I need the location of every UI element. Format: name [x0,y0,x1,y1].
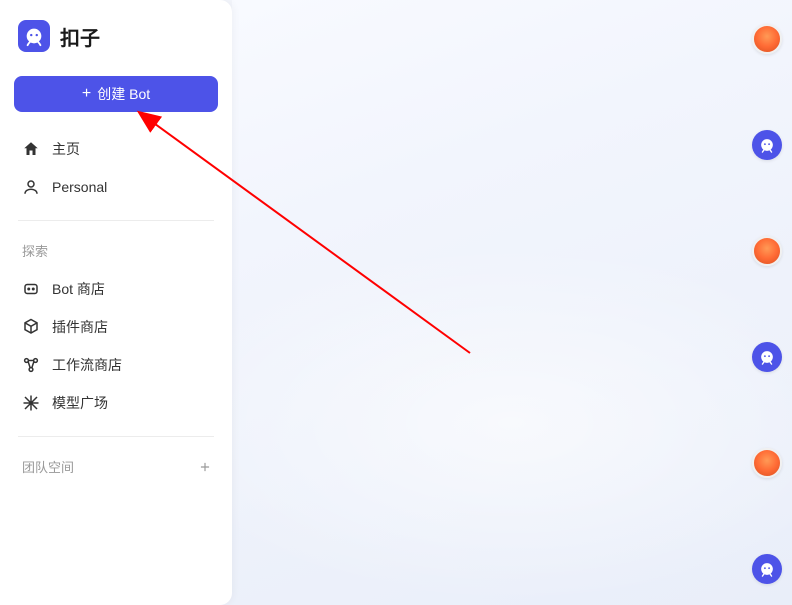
nav-plugin-store-label: 插件商店 [52,317,108,337]
team-space-header: 团队空间 [14,451,218,482]
team-space-title: 团队空间 [22,457,74,476]
avatar-user-3[interactable] [752,448,782,478]
home-icon [22,140,40,158]
nav-workflow-store-label: 工作流商店 [52,355,122,375]
sidebar: 扣子 + 创建 Bot 主页 Personal 探索 Bot 商店 [0,0,232,605]
avatar-bot-1[interactable] [752,130,782,160]
nav-primary: 主页 Personal [14,130,218,206]
main-content-area [232,0,792,605]
avatar-bot-2[interactable] [752,342,782,372]
nav-bot-store-label: Bot 商店 [52,279,105,299]
avatar-user-1[interactable] [752,24,782,54]
nav-model-plaza-label: 模型广场 [52,393,108,413]
nav-model-plaza[interactable]: 模型广场 [14,384,218,422]
nav-home-label: 主页 [52,139,80,159]
cube-icon [22,318,40,336]
app-logo-icon [18,20,50,52]
plus-icon: + [82,86,91,102]
divider [18,220,214,221]
explore-section-title: 探索 [14,235,218,270]
add-team-button[interactable] [196,458,214,476]
app-name: 扣子 [60,22,100,51]
nav-personal[interactable]: Personal [14,168,218,206]
app-logo-row: 扣子 [14,20,218,52]
divider [18,436,214,437]
create-bot-label: 创建 Bot [97,84,150,104]
person-icon [22,178,40,196]
nav-bot-store[interactable]: Bot 商店 [14,270,218,308]
bot-store-icon [22,280,40,298]
nav-plugin-store[interactable]: 插件商店 [14,308,218,346]
model-plaza-icon [22,394,40,412]
nav-workflow-store[interactable]: 工作流商店 [14,346,218,384]
avatar-user-2[interactable] [752,236,782,266]
nav-personal-label: Personal [52,179,107,195]
nav-explore: Bot 商店 插件商店 工作流商店 模型广场 [14,270,218,422]
nav-home[interactable]: 主页 [14,130,218,168]
create-bot-button[interactable]: + 创建 Bot [14,76,218,112]
workflow-icon [22,356,40,374]
right-avatar-column [752,24,782,584]
avatar-bot-3[interactable] [752,554,782,584]
